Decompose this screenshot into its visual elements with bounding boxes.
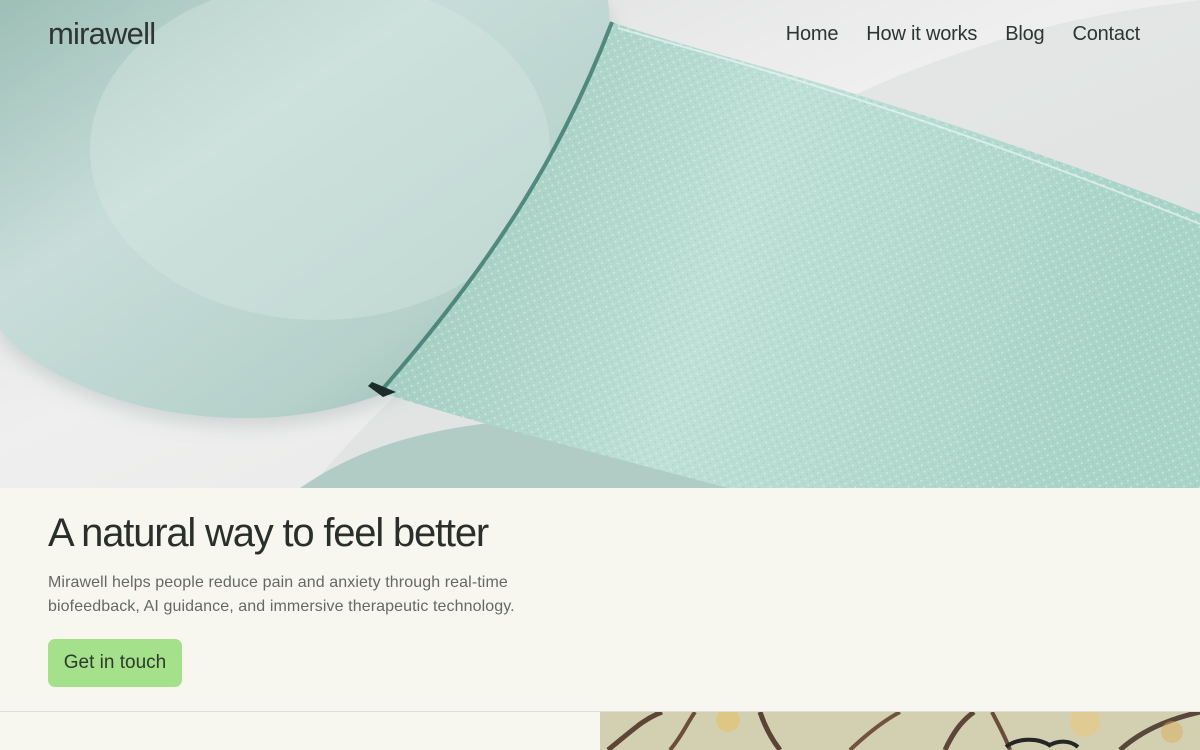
intro-description: Mirawell helps people reduce pain and an… [48, 574, 515, 615]
nav-links: Home How it works Blog Contact [786, 21, 1140, 47]
nav-link-how-it-works[interactable]: How it works [866, 21, 977, 47]
outdoor-person-image [600, 712, 1200, 750]
outdoor-image-art [600, 712, 1200, 750]
lower-left-spacer [0, 712, 600, 750]
hero-product-image [0, 0, 1200, 488]
page-title: A natural way to feel better [48, 511, 489, 555]
brand-logo-link[interactable]: mirawell [48, 15, 156, 53]
nav-link-blog[interactable]: Blog [1005, 21, 1044, 47]
get-in-touch-button[interactable]: Get in touch [48, 639, 182, 687]
nav-link-contact[interactable]: Contact [1072, 21, 1140, 47]
hero-section: mirawell Home How it works Blog Contact [0, 0, 1200, 488]
nav-link-home[interactable]: Home [786, 21, 839, 47]
intro-section: A natural way to feel better Mirawell he… [0, 488, 1200, 711]
top-navigation: mirawell Home How it works Blog Contact [0, 0, 1200, 72]
